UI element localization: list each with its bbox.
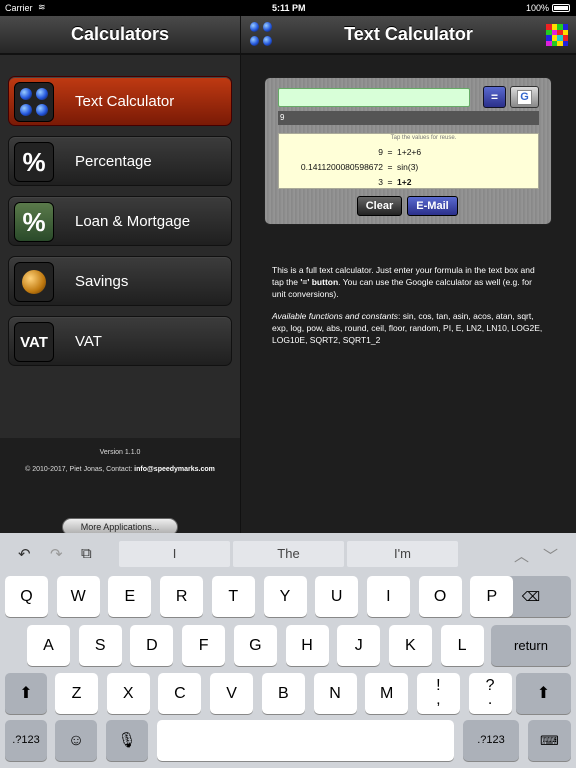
contact-link[interactable]: info@speedymarks.com bbox=[134, 466, 215, 473]
percent-icon: % bbox=[14, 142, 54, 182]
key-7[interactable]: ! , bbox=[416, 673, 460, 714]
menu-item-label: Text Calculator bbox=[75, 93, 175, 110]
history-row[interactable]: 0.1411200080598672 = sin(3) bbox=[279, 162, 538, 172]
key-5[interactable]: H bbox=[285, 625, 329, 666]
key-0[interactable]: A bbox=[27, 625, 70, 666]
description-text: This is a full text calculator. Just ent… bbox=[272, 265, 535, 299]
right-title: Text Calculator bbox=[344, 24, 473, 44]
google-calculator-button[interactable]: G bbox=[510, 86, 539, 108]
history-row[interactable]: 9 = 1+2+6 bbox=[279, 147, 538, 157]
menu-item-label: Percentage bbox=[75, 153, 152, 170]
battery-percent: 100% bbox=[525, 3, 549, 13]
key-8[interactable]: O bbox=[418, 576, 462, 617]
menu-item-percentage[interactable]: % Percentage bbox=[8, 136, 232, 186]
key-1[interactable]: S bbox=[78, 625, 122, 666]
key-7[interactable]: K bbox=[388, 625, 432, 666]
key-0[interactable]: Q bbox=[5, 576, 48, 617]
return-key[interactable]: return bbox=[491, 625, 571, 666]
status-bar: Carrier ≋ 5:11 PM 100% bbox=[0, 0, 576, 16]
key-0[interactable]: Z bbox=[55, 673, 98, 714]
history-row[interactable]: 3 = 1+2 bbox=[279, 177, 538, 187]
key-9[interactable]: P bbox=[470, 576, 514, 617]
chevron-down-icon[interactable]: ﹀ bbox=[543, 545, 558, 566]
hide-keyboard-icon[interactable]: ⌨ bbox=[528, 720, 571, 761]
numbers-key-right[interactable]: .?123 bbox=[463, 720, 519, 761]
key-5[interactable]: Y bbox=[263, 576, 307, 617]
key-2[interactable]: C bbox=[158, 673, 202, 714]
battery-icon bbox=[552, 4, 570, 12]
undo-icon[interactable]: ↶ bbox=[18, 545, 31, 563]
key-4[interactable]: B bbox=[261, 673, 305, 714]
key-8[interactable]: L bbox=[440, 625, 484, 666]
key-2[interactable]: E bbox=[108, 576, 152, 617]
space-key[interactable] bbox=[157, 720, 454, 761]
suggestion-2[interactable]: The bbox=[233, 541, 344, 567]
key-6[interactable]: M bbox=[365, 673, 409, 714]
menu-item-text-calculator[interactable]: Text Calculator bbox=[8, 76, 232, 126]
shift-key-right[interactable]: ⬆ bbox=[516, 673, 571, 714]
key-7[interactable]: I bbox=[366, 576, 410, 617]
suggestion-1[interactable]: I bbox=[119, 541, 230, 567]
version-label: Version 1.1.0 bbox=[99, 449, 141, 456]
vat-icon: VAT bbox=[14, 322, 54, 362]
equals-button[interactable]: = bbox=[483, 86, 506, 108]
menu-item-label: Loan & Mortgage bbox=[75, 213, 191, 230]
numbers-key-left[interactable]: .?123 bbox=[5, 720, 47, 761]
history-list: Tap the values for reuse. 9 = 1+2+6 0.1411… bbox=[278, 133, 539, 189]
menu-item-loan-mortgage[interactable]: % Loan & Mortgage bbox=[8, 196, 232, 246]
right-navbar: Text Calculator bbox=[241, 16, 576, 54]
emoji-key[interactable]: ☺ bbox=[55, 720, 97, 761]
key-6[interactable]: J bbox=[337, 625, 381, 666]
email-button[interactable]: E-Mail bbox=[407, 196, 458, 216]
functions-text: Available functions and constants: sin, … bbox=[272, 311, 543, 345]
result-display: 9 bbox=[278, 111, 539, 125]
key-2[interactable]: D bbox=[130, 625, 174, 666]
battery-indicator: 100% bbox=[526, 3, 570, 13]
carrier-label: Carrier bbox=[5, 3, 33, 13]
menu-item-vat[interactable]: VAT VAT bbox=[8, 316, 232, 366]
suggestion-3[interactable]: I'm bbox=[347, 541, 458, 567]
wifi-icon: ≋ bbox=[38, 2, 46, 12]
key-3[interactable]: F bbox=[182, 625, 226, 666]
key-1[interactable]: W bbox=[56, 576, 100, 617]
microphone-icon[interactable]: 🎙 bbox=[106, 720, 148, 761]
copyright-text: © 2010-2017, Piet Jonas, Contact: info@s… bbox=[25, 466, 215, 473]
chevron-up-icon[interactable]: ︿ bbox=[514, 545, 529, 566]
key-4[interactable]: G bbox=[233, 625, 277, 666]
key-1[interactable]: X bbox=[106, 673, 150, 714]
left-title: Calculators bbox=[70, 24, 170, 44]
paste-icon[interactable]: ⧉ bbox=[81, 545, 92, 562]
clear-button[interactable]: Clear bbox=[357, 196, 402, 216]
coin-icon bbox=[14, 262, 54, 302]
google-icon: G bbox=[517, 89, 532, 105]
key-3[interactable]: R bbox=[160, 576, 204, 617]
color-palette-icon[interactable] bbox=[546, 24, 568, 46]
key-6[interactable]: U bbox=[315, 576, 359, 617]
formula-input[interactable] bbox=[278, 88, 470, 107]
dots-icon bbox=[14, 82, 54, 122]
key-5[interactable]: N bbox=[313, 673, 357, 714]
menu-item-savings[interactable]: Savings bbox=[8, 256, 232, 306]
key-4[interactable]: T bbox=[211, 576, 255, 617]
menu-item-label: Savings bbox=[75, 273, 129, 290]
shift-key-left[interactable]: ⬆ bbox=[5, 673, 47, 714]
clock: 5:11 PM bbox=[272, 3, 306, 13]
key-8[interactable]: ? . bbox=[468, 673, 512, 714]
percent-green-icon: % bbox=[14, 202, 54, 242]
left-navbar: Calculators bbox=[0, 16, 240, 54]
redo-icon[interactable]: ↷ bbox=[50, 545, 63, 563]
key-3[interactable]: V bbox=[210, 673, 254, 714]
history-hint: Tap the values for reuse. bbox=[390, 135, 457, 141]
menu-item-label: VAT bbox=[75, 333, 102, 350]
